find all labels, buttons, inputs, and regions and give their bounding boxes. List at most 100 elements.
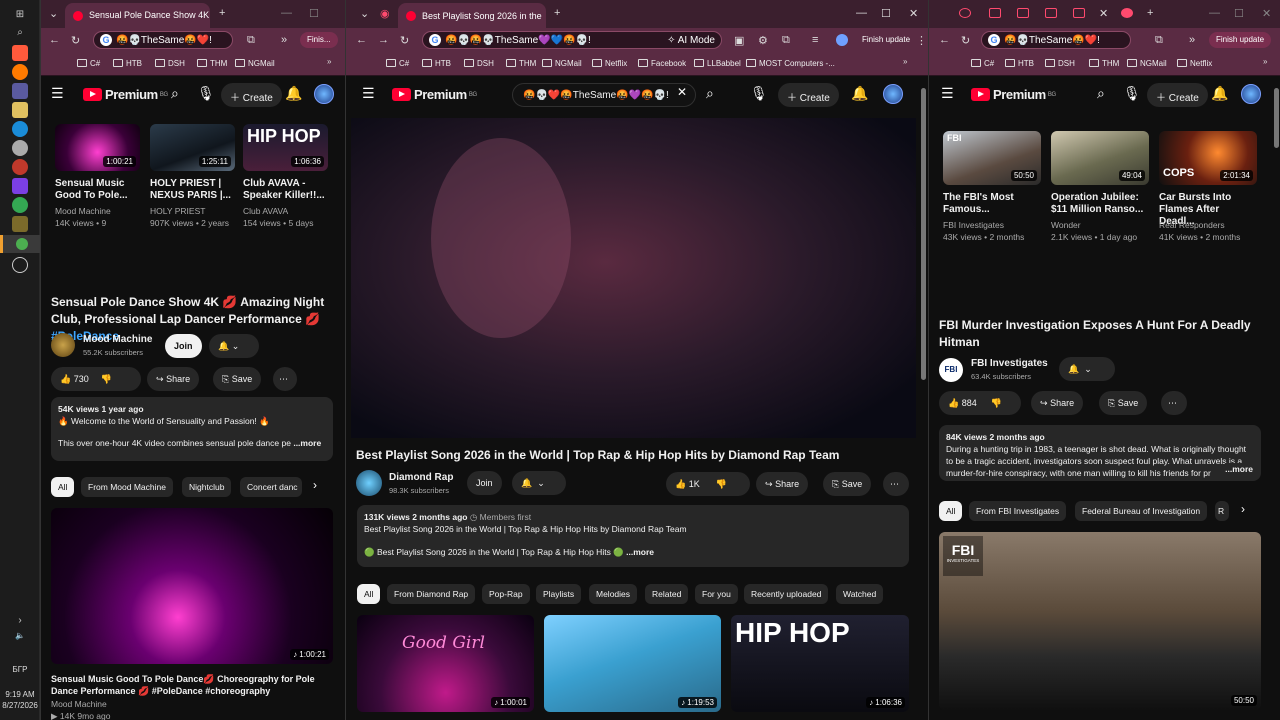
bookmarks-overflow-icon[interactable]: » [327,57,331,66]
bookmarks-overflow-icon[interactable]: » [903,57,907,66]
search-icon[interactable]: ⌕ [12,24,28,40]
share-button[interactable]: ↪ Share [147,367,200,391]
bookmark-item[interactable]: HTB [422,59,451,68]
tab-active[interactable]: Sensual Pole Dance Show 4K 💋 ✕ [65,3,210,28]
channel-name[interactable]: Diamond Rap [389,472,453,483]
share-button[interactable]: ↪ Share [1031,391,1084,415]
maximize-icon[interactable]: ☐ [881,7,891,20]
omnibox[interactable]: G 🤬💀🤬💀TheSame💜💙🤬💀! ✧ AI Mode [422,31,722,49]
youtube-logo[interactable]: Premium BG [392,87,477,102]
search-icon[interactable]: ⌕ [1097,85,1105,102]
bookmark-item[interactable]: NGMail [1127,59,1167,68]
chevron-right-icon[interactable]: › [313,478,317,492]
bookmark-item[interactable]: LLBabbel [694,59,741,68]
avatar[interactable] [883,84,903,104]
tab-search-icon[interactable]: ⌄ [49,7,58,20]
channel-name[interactable]: FBI Investigates [943,219,1004,231]
bookmark-item[interactable]: Netflix [592,59,627,68]
notifications-bell-button[interactable]: 🔔 ⌄ [512,471,566,495]
extension-icon[interactable]: ⚙ [758,34,768,47]
video-title[interactable]: Sensual Music Good To Pole... [55,178,141,202]
close-tab-icon[interactable]: ✕ [1099,7,1108,20]
app-icon-2[interactable] [12,83,28,99]
channel-name[interactable]: Mood Machine [83,334,152,345]
clock-app-icon[interactable] [12,257,28,273]
bookmark-item[interactable]: THM [506,59,536,68]
tab-groups-icon[interactable]: ≡ [812,34,818,46]
chip-filter[interactable]: Concert danc [240,477,302,497]
menu-icon[interactable]: ☰ [362,85,375,102]
like-count[interactable]: 730 [74,374,89,384]
finish-update-button[interactable]: Finish update [855,32,917,48]
scrollbar[interactable] [921,88,926,380]
thumbs-up-icon[interactable]: 👍 [60,374,71,385]
notifications-icon[interactable]: 🔔 [285,85,302,102]
video-thumbnail[interactable]: ♪ 1:19:53 [544,615,721,712]
close-tab-icon[interactable]: ✕ [542,10,546,21]
firefox-icon[interactable] [12,64,28,80]
channel-avatar[interactable] [51,333,75,357]
avatar[interactable] [1241,84,1261,104]
more-actions-icon[interactable]: ⋯ [273,367,297,391]
bookmarks-overflow-icon[interactable]: » [1263,57,1267,66]
app-icon-1[interactable] [12,45,28,61]
more-tools-icon[interactable]: » [1189,34,1195,46]
bookmark-item[interactable]: C# [971,59,994,68]
chevron-up-icon[interactable]: › [12,612,28,628]
active-taskbar-item[interactable] [0,235,40,253]
channel-name[interactable]: HOLY PRIEST [150,205,205,217]
chip-filter[interactable]: Pop-Rap [482,584,530,604]
channel-name[interactable]: Club AVAVA [243,205,288,217]
chip-filter[interactable]: Related [645,584,689,604]
chevron-right-icon[interactable]: › [1241,502,1245,516]
back-icon[interactable]: ← [49,34,60,46]
create-button[interactable]: ＋ Create [1147,83,1208,107]
channel-name[interactable]: FBI Investigates [971,358,1048,369]
microphone-icon[interactable]: 🎙 [197,85,215,102]
reload-icon[interactable]: ↻ [71,34,80,47]
bookmark-item[interactable]: Netflix [1177,59,1212,68]
edge-icon[interactable] [12,121,28,137]
bookmark-item[interactable]: DSH [1045,59,1075,68]
video-thumbnail[interactable]: ♪ 1:00:21 [51,508,333,664]
tab-icon[interactable] [1045,8,1057,18]
search-icon[interactable]: ⌕ [171,85,179,102]
app-icon-3[interactable] [12,102,28,118]
bookmark-item[interactable]: HTB [113,59,142,68]
bookmark-item[interactable]: C# [386,59,409,68]
channel-name[interactable]: Mood Machine [51,698,107,710]
thumbs-down-icon[interactable]: 👎 [101,374,112,385]
microphone-icon[interactable]: 🎙 [750,85,768,102]
chip-filter[interactable]: Melodies [589,584,638,604]
channel-avatar[interactable] [356,470,382,496]
maximize-icon[interactable]: ☐ [309,7,319,20]
search-input[interactable]: 🤬💀❤️🤬TheSame🤬💜🤬💀! [512,83,696,107]
youtube-logo[interactable]: Premium BG [971,87,1056,102]
video-title[interactable]: Sensual Music Good To Pole Dance💋 Choreo… [51,673,333,697]
join-button[interactable]: Join [467,471,502,495]
chip-filter[interactable]: R [1215,501,1229,521]
notifications-bell-button[interactable]: 🔔 ⌄ [1059,357,1115,381]
more-actions-icon[interactable]: ⋯ [883,472,909,496]
new-tab-icon[interactable]: + [219,7,225,19]
bookmark-item[interactable]: MOST Computers -... [746,59,835,68]
bookmark-item[interactable]: DSH [155,59,185,68]
reload-icon[interactable]: ↻ [400,34,409,47]
app-icon-4[interactable] [12,140,28,156]
video-player[interactable] [351,118,916,438]
create-button[interactable]: ＋ Create [778,83,839,107]
chip-filter[interactable]: Recently uploaded [744,584,829,604]
chip-filter[interactable]: From FBI Investigates [969,501,1067,521]
search-icon[interactable]: ⌕ [706,85,714,102]
pinned-tab-icon[interactable]: ◉ [380,7,390,20]
scrollbar[interactable] [1274,88,1279,148]
more-actions-icon[interactable]: ⋯ [1161,391,1187,415]
video-title[interactable]: HOLY PRIEST | NEXUS PARIS |... [150,178,236,202]
tab-icon[interactable] [1017,8,1029,18]
omnibox[interactable]: G 🤬💀TheSame🤬❤️! [93,31,233,49]
video-thumbnail[interactable]: FBI INVESTIGATES 50:50 [939,532,1261,710]
back-icon[interactable]: ← [939,34,950,46]
bookmark-item[interactable]: THM [197,59,227,68]
extensions-icon[interactable]: ⧉ [247,34,255,47]
channel-avatar[interactable]: FBI [939,358,963,382]
